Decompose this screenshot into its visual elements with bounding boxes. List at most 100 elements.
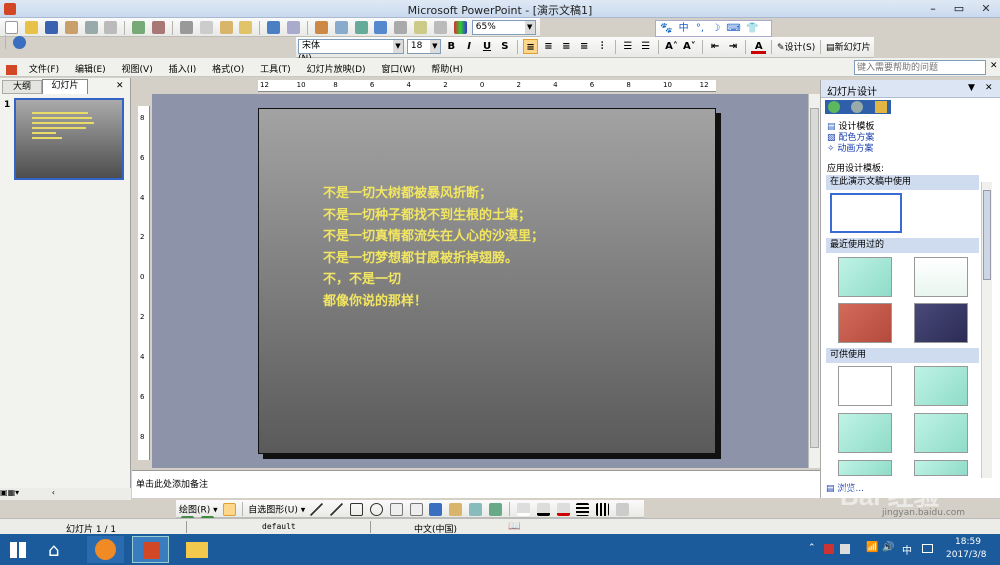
textbox-icon[interactable] [389,502,403,516]
save-icon[interactable] [44,21,58,34]
italic-button[interactable]: I [462,39,477,54]
task-link-animation[interactable]: ✧ 动画方案 [827,141,873,154]
menu-file[interactable]: 文件(F) [29,65,59,75]
vertical-textbox-icon[interactable] [409,502,423,516]
tab-outline[interactable]: 大纲 [2,80,42,94]
task-pane-menu-icon[interactable]: ▼ [968,83,975,93]
menu-tools[interactable]: 工具(T) [260,65,291,75]
slide-canvas[interactable]: 不是一切大树都被暴风折断； 不是一切种子都找不到生根的土壤； 不是一切真情都流失… [258,108,716,454]
template-thumbnail[interactable] [914,366,968,406]
shadow-button[interactable]: S [497,39,512,54]
tray-keyboard-icon[interactable] [922,544,933,553]
font-select[interactable]: 宋体 ▼ [298,39,404,54]
decrease-indent-button[interactable]: ⇤ [708,39,723,54]
font-color-button[interactable]: A [751,39,767,54]
editor-scrollbar[interactable] [808,94,820,468]
scroll-left-icon[interactable]: ‹ [52,488,55,497]
template-thumbnail[interactable] [838,460,892,476]
close-button[interactable]: ✕ [972,0,1000,17]
template-thumbnail[interactable] [914,460,968,476]
insert-chart-icon[interactable] [314,21,328,34]
cut-icon[interactable] [179,21,193,34]
font-color-icon[interactable] [556,502,570,516]
new-icon[interactable] [5,21,18,34]
tray-ime[interactable]: 中 [902,542,912,557]
autoshapes-menu[interactable]: 自选图形(U) ▾ [248,506,305,516]
help-icon[interactable] [12,35,26,49]
dash-style-icon[interactable] [596,502,610,516]
menu-edit[interactable]: 编辑(E) [75,65,106,75]
help-search-input[interactable] [854,60,986,75]
line-color-icon[interactable] [536,502,550,516]
scroll-thumb[interactable] [810,108,819,448]
menu-insert[interactable]: 插入(I) [169,65,197,75]
menu-help[interactable]: 帮助(H) [431,65,463,75]
design-button[interactable]: ✎设计(S) [777,43,815,53]
tray-security-icon[interactable] [824,544,834,554]
numbering-button[interactable]: ☰ [620,39,635,54]
notes-placeholder[interactable]: 单击此处添加备注 [136,480,208,490]
show-formatting-icon[interactable] [414,21,428,34]
insert-table-icon[interactable] [334,21,348,34]
ppt-menu-icon[interactable] [6,64,17,75]
paste-icon[interactable] [219,21,233,34]
slide-text-box[interactable]: 不是一切大树都被暴风折断； 不是一切种子都找不到生根的土壤； 不是一切真情都流失… [323,183,544,312]
template-thumbnail[interactable] [914,257,968,297]
format-painter-icon[interactable] [239,21,253,34]
template-thumbnail[interactable] [830,193,902,233]
paw-icon[interactable]: 🐾 [660,23,672,34]
template-thumbnail[interactable] [838,366,892,406]
grid-icon[interactable] [434,21,447,34]
notes-pane[interactable]: 单击此处添加备注 [132,470,822,498]
menu-window[interactable]: 窗口(W) [381,65,415,75]
close-document-icon[interactable]: ✕ [990,61,998,71]
permission-icon[interactable] [64,21,78,34]
research-icon[interactable] [152,21,165,34]
pane-close-icon[interactable]: ✕ [116,81,124,91]
back-icon[interactable] [828,101,840,113]
normal-view-icon[interactable]: ▣ [0,488,8,497]
print-icon[interactable] [84,21,98,34]
hyperlink-icon[interactable] [374,21,388,34]
undo-icon[interactable] [267,21,281,34]
home-taskbar-icon[interactable]: ⌂ [48,540,59,561]
print-preview-icon[interactable] [104,21,118,34]
clock-date[interactable]: 2017/3/8 [946,550,986,560]
tray-volume-icon[interactable]: 🔊 [882,542,894,553]
explorer-icon[interactable] [178,536,215,563]
tab-slides[interactable]: 幻灯片 [42,79,88,94]
browser-icon[interactable] [87,536,124,563]
ime-language[interactable]: 中 [679,23,689,34]
tables-borders-icon[interactable] [354,21,368,34]
select-objects-icon[interactable] [222,502,236,516]
menu-view[interactable]: 视图(V) [122,65,153,75]
copy-icon[interactable] [199,21,213,34]
forward-icon[interactable] [851,101,863,113]
zoom-select[interactable]: 65% ▼ [471,20,536,35]
bold-button[interactable]: B [444,39,459,54]
ime-keyboard-icon[interactable]: ⌨ [726,23,740,34]
redo-icon[interactable] [287,21,300,34]
oval-icon[interactable] [369,502,383,516]
line-icon[interactable] [310,502,324,516]
ime-punctuation[interactable]: °, [696,23,704,34]
minimize-button[interactable]: – [920,0,946,17]
expand-all-icon[interactable] [394,21,408,34]
diagram-icon[interactable] [449,502,463,516]
open-icon[interactable] [24,21,38,34]
restore-button[interactable]: ▭ [946,0,972,17]
tray-show-hidden-icon[interactable]: ⌃ [808,543,816,553]
template-thumbnail[interactable] [838,413,892,453]
tray-app-icon[interactable] [840,544,850,554]
tray-network-icon[interactable]: 📶 [866,542,878,553]
increase-indent-button[interactable]: ⇥ [726,39,741,54]
arrow-icon[interactable] [330,502,344,516]
ime-width[interactable]: ☽ [711,23,720,34]
align-center-button[interactable]: ≡ [541,39,556,54]
rectangle-icon[interactable] [349,502,363,516]
slideshow-view-icon[interactable]: ▾ [15,488,19,497]
underline-button[interactable]: U [480,39,495,54]
template-thumbnail[interactable] [838,303,892,343]
clipart-icon[interactable] [469,502,483,516]
ime-clothes-icon[interactable]: 👕 [746,23,758,34]
